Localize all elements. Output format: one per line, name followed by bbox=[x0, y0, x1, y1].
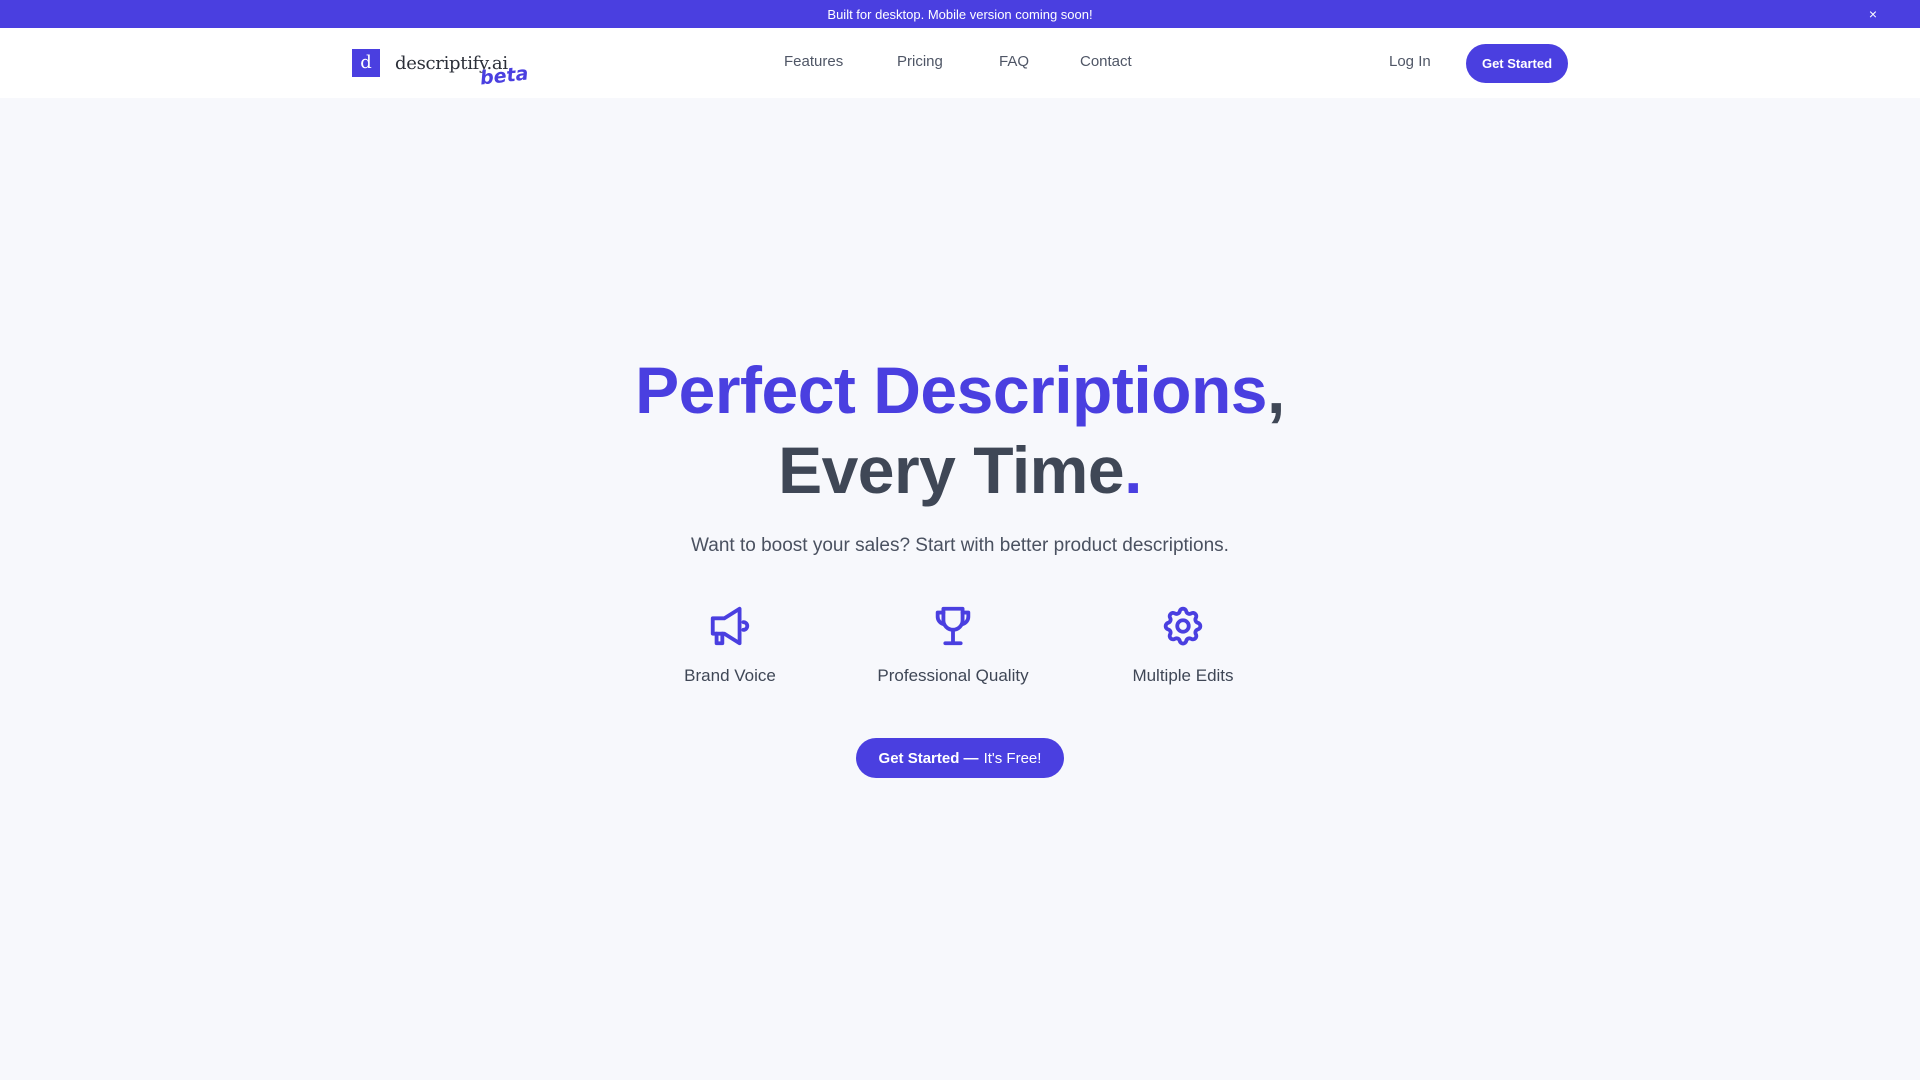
hero-title-comma: , bbox=[1267, 353, 1285, 427]
hero-title-line2: Every Time. bbox=[0, 432, 1920, 508]
hero-subtitle: Want to boost your sales? Start with bet… bbox=[691, 535, 1229, 556]
logo-mark-icon: d bbox=[352, 49, 380, 77]
cta-strong-text: Get Started — bbox=[878, 749, 979, 767]
feature-brand-voice: Brand Voice bbox=[620, 603, 840, 686]
feature-label: Professional Quality bbox=[877, 666, 1029, 685]
hero-get-started-button[interactable]: Get Started — It's Free! bbox=[856, 738, 1064, 778]
hero-title-line1: Perfect Descriptions, bbox=[0, 352, 1920, 428]
login-link[interactable]: Log In bbox=[1389, 53, 1431, 70]
nav-link-contact[interactable]: Contact bbox=[1080, 53, 1132, 70]
feature-label: Multiple Edits bbox=[1132, 666, 1234, 685]
cta-light-text: It's Free! bbox=[983, 749, 1042, 767]
hero-title-line2-text: Every Time bbox=[778, 433, 1125, 507]
logo[interactable]: d descriptify.ai beta bbox=[352, 49, 529, 89]
gear-icon bbox=[1163, 606, 1203, 646]
top-navigation: d descriptify.ai beta Features Pricing F… bbox=[0, 28, 1920, 98]
trophy-icon bbox=[935, 606, 971, 646]
nav-link-features[interactable]: Features bbox=[784, 53, 843, 70]
beta-badge: beta bbox=[478, 62, 530, 90]
hero-title-line1-text: Perfect Descriptions bbox=[635, 353, 1268, 427]
feature-professional-quality: Professional Quality bbox=[843, 603, 1063, 686]
close-icon[interactable]: × bbox=[1864, 5, 1882, 23]
feature-multiple-edits: Multiple Edits bbox=[1073, 603, 1293, 686]
hero-title-period: . bbox=[1124, 433, 1142, 507]
get-started-button[interactable]: Get Started bbox=[1466, 44, 1568, 83]
nav-link-faq[interactable]: FAQ bbox=[999, 53, 1029, 70]
megaphone-icon bbox=[710, 606, 750, 646]
banner-message: Built for desktop. Mobile version coming… bbox=[827, 6, 1093, 22]
nav-link-pricing[interactable]: Pricing bbox=[897, 53, 943, 70]
announcement-banner: Built for desktop. Mobile version coming… bbox=[0, 0, 1920, 28]
feature-label: Brand Voice bbox=[684, 666, 776, 685]
